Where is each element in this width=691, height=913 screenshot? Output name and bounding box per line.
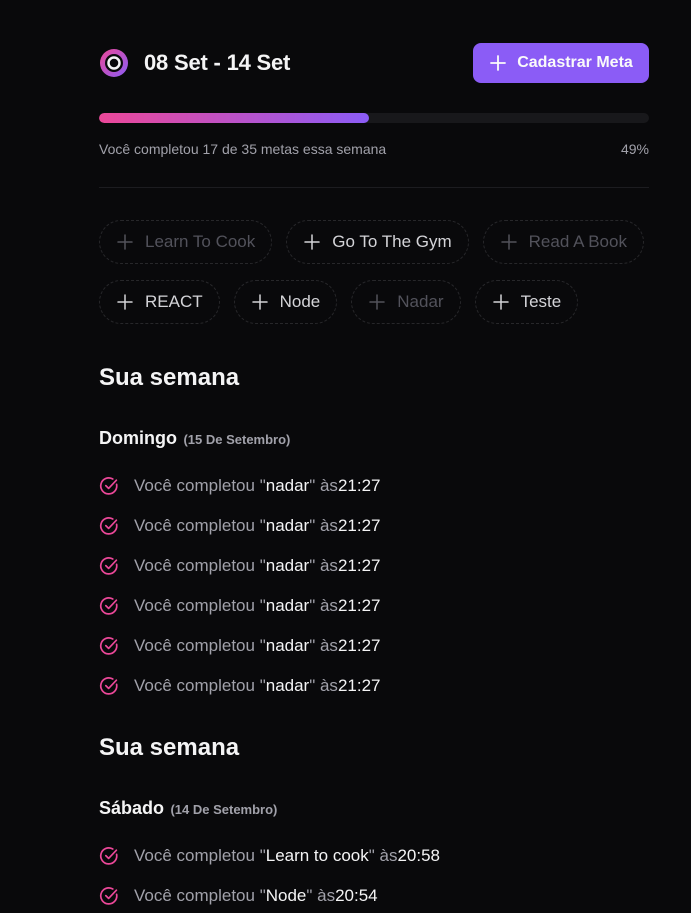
circle-check-icon bbox=[99, 477, 118, 495]
goal-chip-label: Read A Book bbox=[528, 232, 627, 251]
entry-goal: nadar bbox=[265, 596, 310, 615]
pending-goals: Learn To Cook Go To The Gym Read A Book … bbox=[99, 220, 659, 340]
entry-time: 21:27 bbox=[337, 556, 381, 575]
day-heading: Sábado (14 De Setembro) bbox=[99, 798, 277, 819]
entry-mid: " às bbox=[368, 846, 398, 865]
day-name: Domingo bbox=[99, 428, 177, 448]
entry-goal: nadar bbox=[265, 556, 310, 575]
week-section-title: Sua semana bbox=[99, 364, 240, 391]
circle-check-icon bbox=[99, 597, 118, 615]
create-goal-button[interactable]: Cadastrar Meta bbox=[473, 43, 649, 83]
goal-chip-row: REACT Node Nadar Teste bbox=[99, 280, 659, 324]
entry-time: 20:58 bbox=[397, 846, 441, 865]
goal-chip[interactable]: Learn To Cook bbox=[99, 220, 273, 264]
completion-entry: Você completou " nadar " às 21:27 bbox=[99, 594, 380, 618]
entry-mid: " às bbox=[309, 636, 338, 655]
day-date: (15 De Setembro) bbox=[183, 432, 291, 447]
circle-check-icon bbox=[99, 677, 118, 695]
entry-goal: Learn to cook bbox=[265, 846, 369, 865]
entry-prefix: Você completou " bbox=[134, 636, 266, 655]
completion-entry: Você completou " Learn to cook " às 20:58 bbox=[99, 844, 440, 868]
header: 08 Set - 14 Set Cadastrar Meta bbox=[99, 43, 649, 83]
week-range-title: 08 Set - 14 Set bbox=[144, 50, 291, 75]
completion-entry: Você completou " nadar " às 21:27 bbox=[99, 514, 380, 538]
circle-check-icon bbox=[99, 847, 118, 865]
divider bbox=[99, 187, 649, 188]
completion-entry: Você completou " nadar " às 21:27 bbox=[99, 554, 380, 578]
create-goal-button-label: Cadastrar Meta bbox=[517, 54, 633, 71]
goal-chip[interactable]: Read A Book bbox=[482, 220, 644, 264]
goal-chip-label: REACT bbox=[145, 292, 203, 311]
entry-goal: nadar bbox=[265, 676, 310, 695]
goal-chip-label: Go To The Gym bbox=[332, 232, 452, 251]
goal-chip[interactable]: Teste bbox=[474, 280, 579, 324]
progress-bar bbox=[99, 113, 649, 123]
completion-entry: Você completou " Node " às 20:54 bbox=[99, 884, 378, 908]
entry-prefix: Você completou " bbox=[134, 596, 266, 615]
entry-mid: " às bbox=[309, 596, 338, 615]
plus-icon bbox=[369, 294, 386, 310]
completion-entry: Você completou " nadar " às 21:27 bbox=[99, 474, 380, 498]
plus-icon bbox=[117, 234, 133, 250]
goal-chip[interactable]: Go To The Gym bbox=[286, 220, 469, 264]
goal-chip-label: Teste bbox=[520, 292, 562, 311]
circle-check-icon bbox=[99, 887, 118, 905]
entry-time: 21:27 bbox=[337, 596, 381, 615]
entry-goal: nadar bbox=[265, 636, 310, 655]
in-orbit-logo-icon bbox=[100, 49, 128, 77]
entry-prefix: Você completou " bbox=[134, 516, 266, 535]
entry-prefix: Você completou " bbox=[134, 846, 266, 865]
completion-entry: Você completou " nadar " às 21:27 bbox=[99, 634, 380, 658]
entry-goal: nadar bbox=[265, 476, 310, 495]
goal-chip-row: Learn To Cook Go To The Gym Read A Book bbox=[99, 220, 659, 264]
goal-chip[interactable]: Node bbox=[233, 280, 338, 324]
plus-icon bbox=[500, 234, 517, 250]
goal-chip-label: Learn To Cook bbox=[145, 232, 256, 251]
goal-chip-label: Node bbox=[279, 292, 321, 311]
entry-mid: " às bbox=[309, 476, 338, 495]
day-heading: Domingo (15 De Setembro) bbox=[99, 428, 290, 449]
entry-mid: " às bbox=[309, 676, 338, 695]
plus-icon bbox=[304, 234, 321, 250]
entry-time: 21:27 bbox=[337, 676, 381, 695]
circle-check-icon bbox=[99, 517, 118, 535]
progress-summary: Você completou 17 de 35 metas essa seman… bbox=[99, 141, 387, 157]
entry-goal: Node bbox=[265, 886, 307, 905]
entry-mid: " às bbox=[309, 516, 338, 535]
circle-check-icon bbox=[99, 557, 118, 575]
progress-percent: 49% bbox=[620, 141, 649, 157]
completion-entry: Você completou " nadar " às 21:27 bbox=[99, 674, 380, 698]
plus-icon bbox=[117, 294, 133, 310]
entry-mid: " às bbox=[306, 886, 336, 905]
goal-chip[interactable]: Nadar bbox=[351, 280, 461, 324]
entry-time: 20:54 bbox=[335, 886, 378, 905]
day-name: Sábado bbox=[99, 798, 165, 818]
progress-bar-fill bbox=[99, 113, 369, 123]
entry-time: 21:27 bbox=[337, 516, 381, 535]
plus-icon bbox=[492, 294, 509, 310]
day-date: (14 De Setembro) bbox=[170, 802, 278, 817]
entry-mid: " às bbox=[309, 556, 338, 575]
goal-chip[interactable]: REACT bbox=[99, 280, 220, 324]
entry-goal: nadar bbox=[265, 516, 310, 535]
entry-prefix: Você completou " bbox=[134, 556, 266, 575]
plus-icon bbox=[251, 294, 268, 310]
entry-time: 21:27 bbox=[337, 636, 381, 655]
entry-prefix: Você completou " bbox=[134, 476, 266, 495]
entry-time: 21:27 bbox=[337, 476, 381, 495]
circle-check-icon bbox=[99, 637, 118, 655]
goal-chip-label: Nadar bbox=[397, 292, 444, 311]
entry-prefix: Você completou " bbox=[134, 886, 266, 905]
week-section-title: Sua semana bbox=[99, 734, 240, 761]
plus-icon bbox=[490, 55, 507, 71]
entry-prefix: Você completou " bbox=[134, 676, 266, 695]
